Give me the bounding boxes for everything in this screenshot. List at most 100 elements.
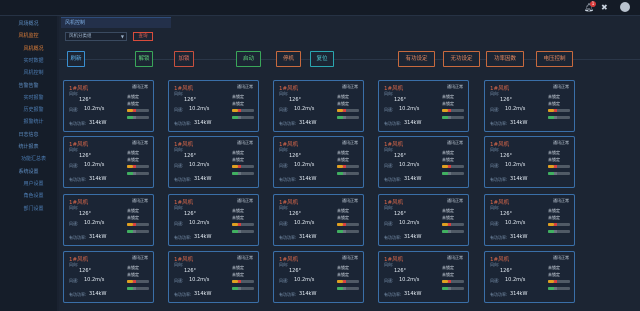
- action-button[interactable]: 复位: [310, 51, 334, 67]
- group-select-value: 风机分类组: [69, 34, 92, 39]
- sidebar-item[interactable]: 实时数据: [0, 55, 57, 67]
- sidebar-item[interactable]: 风机控制: [0, 67, 57, 79]
- sidebar-item[interactable]: 日志信息: [0, 129, 57, 141]
- sidebar-item[interactable]: 系统设置: [0, 166, 57, 178]
- status-bar: [232, 230, 254, 233]
- chevron-down-icon: ▼: [120, 34, 124, 39]
- wind-speed-label: 风速:: [174, 278, 184, 283]
- power-label: 有功功率:: [174, 235, 192, 240]
- action-button[interactable]: 启动: [236, 51, 261, 67]
- tools-icon[interactable]: ✖: [601, 3, 608, 12]
- wind-speed-label: 风速:: [279, 278, 289, 283]
- status-bar: [337, 172, 359, 175]
- wind-direction-value: 126°: [184, 97, 197, 103]
- turbine-card[interactable]: 1#风机 通讯正常 风向: 未锁定 126° 未锁定 风速: 10.2m/s 有功功率: 314k…: [273, 251, 364, 303]
- turbine-card[interactable]: 1#风机 通讯正常 风向: 未锁定 126° 未锁定 风速: 10.2m/s 有功功率: 314k…: [168, 251, 259, 303]
- turbine-card[interactable]: 1#风机 通讯正常 风向: 未锁定 126° 未锁定 风速: 10.2m/s 有功功率: 314k…: [378, 194, 469, 246]
- turbine-card[interactable]: 1#风机 通讯正常 风向: 未锁定 126° 未锁定 风速: 10.2m/s 有功功率: 314k…: [378, 251, 469, 303]
- action-button[interactable]: 电压控制: [536, 51, 573, 67]
- turbine-card[interactable]: 1#风机 通讯正常 风向: 未锁定 126° 未锁定 风速: 10.2m/s 有功功率: 314k…: [273, 194, 364, 246]
- power-label: 有功功率:: [279, 121, 297, 126]
- lock-status: 未锁定: [442, 157, 454, 162]
- comm-status: 通讯正常: [447, 84, 463, 89]
- action-button[interactable]: 刷新: [67, 51, 85, 67]
- turbine-card[interactable]: 1#风机 通讯正常 风向: 未锁定 126° 未锁定 风速: 10.2m/s 有功功率: 314k…: [484, 251, 575, 303]
- status-bar: [442, 116, 464, 119]
- action-button[interactable]: 解锁: [135, 51, 153, 67]
- turbine-card[interactable]: 1#风机 通讯正常 风向: 未锁定 126° 未锁定 风速: 10.2m/s 有功功率: 314k…: [273, 80, 364, 132]
- power-label: 有功功率:: [490, 235, 508, 240]
- sidebar-item[interactable]: 角色设置: [0, 190, 57, 202]
- avatar[interactable]: [620, 2, 630, 12]
- turbine-card[interactable]: 1#风机 通讯正常 风向: 未锁定 126° 未锁定 风速: 10.2m/s 有功功率: 314k…: [378, 80, 469, 132]
- sidebar-item[interactable]: 报警统计: [0, 116, 57, 128]
- power-label: 有功功率:: [279, 177, 297, 182]
- action-button[interactable]: 加锁: [174, 51, 194, 67]
- wind-speed-value: 10.2m/s: [84, 162, 105, 168]
- power-value: 314kW: [89, 120, 107, 126]
- sidebar-item[interactable]: 告警告警: [0, 80, 57, 92]
- action-button[interactable]: 停机: [276, 51, 301, 67]
- wind-direction-value: 126°: [500, 97, 513, 103]
- lock-status: 未锁定: [232, 272, 244, 277]
- sidebar-item[interactable]: 风机概况: [0, 43, 57, 55]
- turbine-card[interactable]: 1#风机 通讯正常 风向: 未锁定 126° 未锁定 风速: 10.2m/s 有功功率: 314k…: [63, 80, 154, 132]
- turbine-card[interactable]: 1#风机 通讯正常 风向: 未锁定 126° 未锁定 风速: 10.2m/s 有功功率: 314k…: [273, 136, 364, 188]
- status-bar: [442, 223, 464, 226]
- status-bar: [548, 116, 570, 119]
- sidebar-item[interactable]: 功能汇总表: [0, 153, 57, 165]
- sidebar-item[interactable]: 统计报表: [0, 141, 57, 153]
- turbine-card[interactable]: 1#风机 通讯正常 风向: 未锁定 126° 未锁定 风速: 10.2m/s 有功功率: 314k…: [484, 80, 575, 132]
- wind-speed-label: 风速:: [279, 107, 289, 112]
- query-button[interactable]: 查询: [133, 32, 153, 41]
- power-label: 有功功率:: [490, 292, 508, 297]
- lock-status: 未锁定: [232, 101, 244, 106]
- sidebar-item[interactable]: 风机监控: [0, 30, 57, 42]
- lock-status: 未锁定: [548, 150, 560, 155]
- power-value: 314kW: [299, 176, 317, 182]
- wind-direction-value: 126°: [79, 153, 92, 159]
- sidebar-item[interactable]: 历史报警: [0, 104, 57, 116]
- lock-status: 未锁定: [127, 272, 139, 277]
- turbine-card[interactable]: 1#风机 通讯正常 风向: 未锁定 126° 未锁定 风速: 10.2m/s 有功功率: 314k…: [63, 251, 154, 303]
- group-select[interactable]: 风机分类组 ▼: [65, 32, 127, 41]
- lock-status: 未锁定: [232, 150, 244, 155]
- status-bar: [232, 280, 254, 283]
- status-bar: [442, 165, 464, 168]
- power-value: 314kW: [89, 291, 107, 297]
- lock-status: 未锁定: [127, 94, 139, 99]
- power-value: 314kW: [89, 234, 107, 240]
- turbine-card[interactable]: 1#风机 通讯正常 风向: 未锁定 126° 未锁定 风速: 10.2m/s 有功功率: 314k…: [378, 136, 469, 188]
- sidebar-item[interactable]: 实时报警: [0, 92, 57, 104]
- power-value: 314kW: [194, 176, 212, 182]
- comm-status: 通讯正常: [553, 255, 569, 260]
- action-button[interactable]: 功率因数: [486, 51, 524, 67]
- wind-direction-value: 126°: [500, 268, 513, 274]
- action-button[interactable]: 无功设定: [443, 51, 480, 67]
- wind-direction-value: 126°: [394, 211, 407, 217]
- wind-speed-label: 风速:: [69, 278, 79, 283]
- wind-speed-label: 风速:: [490, 221, 500, 226]
- wind-speed-value: 10.2m/s: [294, 277, 315, 283]
- turbine-card[interactable]: 1#风机 通讯正常 风向: 未锁定 126° 未锁定 风速: 10.2m/s 有功功率: 314k…: [484, 136, 575, 188]
- turbine-card[interactable]: 1#风机 通讯正常 风向: 未锁定 126° 未锁定 风速: 10.2m/s 有功功率: 314k…: [168, 80, 259, 132]
- wind-direction-value: 126°: [289, 268, 302, 274]
- lock-status: 未锁定: [442, 94, 454, 99]
- power-label: 有功功率:: [384, 121, 402, 126]
- turbine-card[interactable]: 1#风机 通讯正常 风向: 未锁定 126° 未锁定 风速: 10.2m/s 有功功率: 314k…: [63, 136, 154, 188]
- sidebar-item[interactable]: 风场概况: [0, 18, 57, 30]
- wind-speed-value: 10.2m/s: [189, 106, 210, 112]
- wind-direction-value: 126°: [184, 211, 197, 217]
- lock-status: 未锁定: [548, 101, 560, 106]
- status-bar: [127, 230, 149, 233]
- turbine-card[interactable]: 1#风机 通讯正常 风向: 未锁定 126° 未锁定 风速: 10.2m/s 有功功率: 314k…: [168, 136, 259, 188]
- sidebar-item[interactable]: 用户设置: [0, 178, 57, 190]
- action-button[interactable]: 有功设定: [398, 51, 435, 67]
- turbine-card[interactable]: 1#风机 通讯正常 风向: 未锁定 126° 未锁定 风速: 10.2m/s 有功功率: 314k…: [484, 194, 575, 246]
- status-bar: [442, 287, 464, 290]
- turbine-card[interactable]: 1#风机 通讯正常 风向: 未锁定 126° 未锁定 风速: 10.2m/s 有功功率: 314k…: [63, 194, 154, 246]
- turbine-card[interactable]: 1#风机 通讯正常 风向: 未锁定 126° 未锁定 风速: 10.2m/s 有功功率: 314k…: [168, 194, 259, 246]
- sidebar-item[interactable]: 部门设置: [0, 203, 57, 215]
- wind-speed-value: 10.2m/s: [399, 106, 420, 112]
- status-bar: [232, 172, 254, 175]
